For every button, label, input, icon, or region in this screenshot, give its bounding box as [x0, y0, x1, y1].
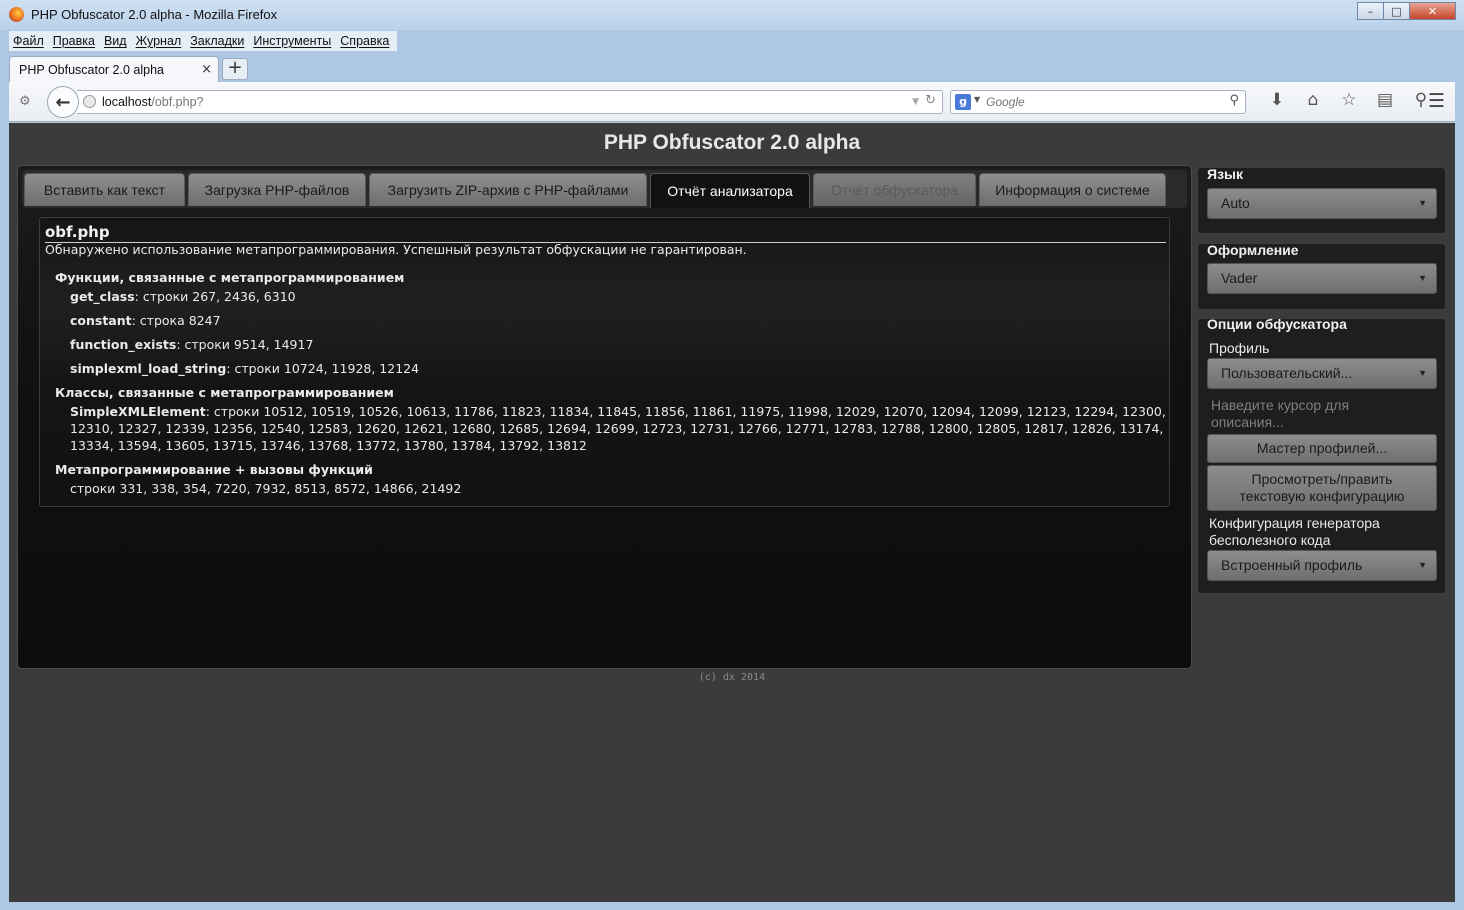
function-item: get_class: строки 267, 2436, 6310	[70, 289, 296, 304]
bookmarks-list-icon[interactable]: ▤	[1367, 90, 1403, 110]
menu-tools[interactable]: Инструменты	[253, 34, 331, 48]
language-select[interactable]: Auto ▼	[1207, 188, 1437, 219]
firefox-logo-icon	[9, 7, 24, 22]
new-tab-button[interactable]: +	[222, 58, 248, 80]
navigation-toolbar: ⚙ localhost/obf.php? ▼↻ ← g ▼ ⚲ ⬇ ⌂ ☆ ▤ …	[9, 82, 1455, 122]
tab-upload-zip[interactable]: Загрузить ZIP-архив с PHP-файлами	[369, 173, 647, 206]
menu-file[interactable]: Файл	[13, 34, 44, 48]
language-panel: Язык Auto ▼	[1197, 166, 1446, 234]
chevron-down-icon: ▼	[1418, 273, 1427, 283]
minimize-button[interactable]: –	[1357, 2, 1384, 20]
menu-bookmarks[interactable]: Закладки	[190, 34, 244, 48]
menu-history[interactable]: Журнал	[136, 34, 182, 48]
reload-icon[interactable]: ▼ ↻	[912, 93, 936, 108]
function-item: function_exists: строки 9514, 14917	[70, 337, 314, 352]
hover-hint: Наведите курсор для описания...	[1211, 397, 1350, 430]
bookmark-star-icon[interactable]: ☆	[1331, 90, 1367, 110]
tab-obfuscator-report[interactable]: Отчёт обфускатора	[813, 173, 976, 206]
menu-help[interactable]: Справка	[340, 34, 389, 48]
home-icon[interactable]: ⌂	[1295, 90, 1331, 110]
downloads-icon[interactable]: ⬇	[1259, 90, 1295, 110]
class-item: SimpleXMLElement: строки 10512, 10519, 1…	[70, 404, 1166, 453]
window-title: PHP Obfuscator 2.0 alpha - Mozilla Firef…	[31, 7, 278, 22]
chevron-down-icon: ▼	[1418, 560, 1427, 570]
page-content: PHP Obfuscator 2.0 alpha Вставить как те…	[9, 123, 1455, 902]
search-input[interactable]	[986, 94, 1216, 110]
calls-lines: строки 331, 338, 354, 7220, 7932, 8513, …	[70, 481, 462, 496]
edit-config-button[interactable]: Просмотреть/править текстовую конфигурац…	[1207, 465, 1437, 511]
tab-analyzer-report[interactable]: Отчёт анализатора	[650, 173, 810, 208]
profile-wizard-button[interactable]: Мастер профилей...	[1207, 434, 1437, 463]
function-item: constant: строка 8247	[70, 313, 221, 328]
tab-upload-php[interactable]: Загрузка PHP-файлов	[188, 173, 366, 206]
analyzer-report: obf.php Обнаружено использование метапро…	[39, 217, 1170, 507]
app-tabs: Вставить как текст Загрузка PHP-файлов З…	[22, 170, 1187, 208]
main-panel: Вставить как текст Загрузка PHP-файлов З…	[17, 165, 1192, 669]
chevron-down-icon: ▼	[1418, 368, 1427, 378]
maximize-button[interactable]: □	[1383, 2, 1410, 20]
theme-panel: Оформление Vader ▼	[1197, 242, 1446, 310]
search-icon[interactable]: ⚲	[1229, 93, 1239, 108]
menu-bar: Файл Правка Вид Журнал Закладки Инструме…	[9, 31, 397, 51]
options-title: Опции обфускатора	[1207, 316, 1347, 332]
menu-view[interactable]: Вид	[104, 34, 127, 48]
chevron-down-icon: ▼	[1418, 198, 1427, 208]
classes-heading: Классы, связанные с метапрограммирование…	[55, 385, 394, 400]
close-tab-icon[interactable]: ×	[201, 62, 212, 77]
address-bar[interactable]: localhost/obf.php? ▼ ↻	[77, 90, 943, 114]
report-warning: Обнаружено использование метапрограммиро…	[45, 242, 747, 257]
junk-generator-select[interactable]: Встроенный профиль ▼	[1207, 550, 1437, 581]
back-button[interactable]: ←	[47, 86, 79, 118]
url-text[interactable]: localhost/obf.php?	[102, 95, 203, 109]
menu-icon[interactable]: ☰	[1428, 90, 1445, 112]
obfuscator-options-panel: Опции обфускатора Профиль Пользовательск…	[1197, 316, 1446, 594]
report-filename: obf.php	[45, 223, 1166, 243]
theme-select[interactable]: Vader ▼	[1207, 263, 1437, 294]
window-controls: – □ ✕	[1357, 2, 1456, 20]
browser-tab[interactable]: PHP Obfuscator 2.0 alpha ×	[9, 56, 219, 83]
browser-tab-strip: PHP Obfuscator 2.0 alpha × +	[9, 54, 1455, 83]
addon-icon[interactable]: ⚙	[19, 94, 31, 109]
calls-heading: Метапрограммирование + вызовы функций	[55, 462, 373, 477]
junk-generator-label: Конфигурация генератора бесполезного код…	[1209, 515, 1380, 548]
function-item: simplexml_load_string: строки 10724, 119…	[70, 361, 420, 376]
tab-system-info[interactable]: Информация о системе	[979, 173, 1166, 206]
menu-edit[interactable]: Правка	[53, 34, 95, 48]
search-engine-dropdown-icon[interactable]: ▼	[974, 95, 980, 104]
footer-copyright: (c) dx 2014	[698, 672, 766, 683]
language-title: Язык	[1207, 166, 1243, 182]
page-title: PHP Obfuscator 2.0 alpha	[603, 131, 861, 154]
profile-label: Профиль	[1209, 340, 1270, 356]
theme-title: Оформление	[1207, 242, 1299, 258]
profile-select[interactable]: Пользовательский... ▼	[1207, 358, 1437, 389]
tab-paste-text[interactable]: Вставить как текст	[24, 173, 185, 206]
browser-tab-label: PHP Obfuscator 2.0 alpha	[19, 63, 164, 77]
site-identity-icon[interactable]	[83, 95, 96, 108]
google-search-engine-icon[interactable]: g	[955, 94, 971, 110]
functions-heading: Функции, связанные с метапрограммировани…	[55, 270, 405, 285]
search-bar[interactable]: g ▼ ⚲	[950, 90, 1246, 114]
close-window-button[interactable]: ✕	[1409, 2, 1456, 20]
window-titlebar: PHP Obfuscator 2.0 alpha - Mozilla Firef…	[0, 0, 1464, 30]
toolbar-icons: ⬇ ⌂ ☆ ▤ ⚲	[1259, 90, 1439, 110]
